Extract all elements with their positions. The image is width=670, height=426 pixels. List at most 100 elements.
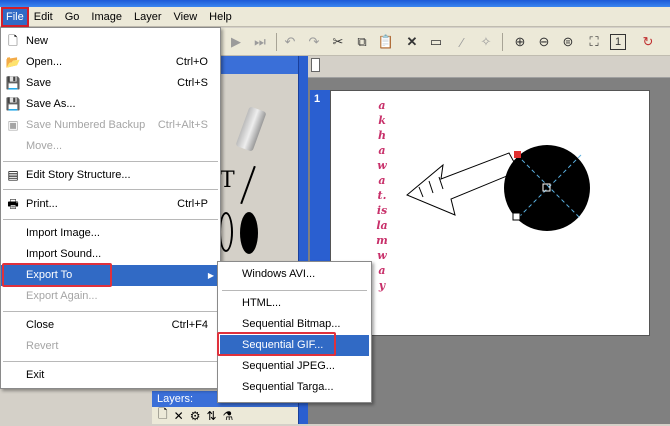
magic-wand-icon[interactable]: ✧ <box>476 32 496 52</box>
menu-item-label: Move... <box>26 140 63 152</box>
cut-icon[interactable]: ✂ <box>328 32 348 52</box>
refresh-icon[interactable]: ↻ <box>638 32 658 52</box>
paste-icon[interactable]: 📋 <box>376 32 396 52</box>
ellipse-filled-tool-icon[interactable] <box>240 212 258 254</box>
file-menu: 🗋 New 📂 Open... Ctrl+O 💾 Save Ctrl+S 💾 S… <box>0 27 221 389</box>
story-structure-icon: ▤ <box>7 168 19 182</box>
menu-item-open[interactable]: 📂 Open... Ctrl+O <box>1 52 220 73</box>
open-folder-icon: 📂 <box>5 55 21 69</box>
submenu-item-sequential-bitmap[interactable]: Sequential Bitmap... <box>218 314 371 335</box>
arrow-shape[interactable] <box>406 152 520 216</box>
wand-icon[interactable]: ⁄ <box>452 32 472 52</box>
ellipse-outline-tool-icon[interactable] <box>219 212 233 252</box>
menu-item-label: Open... <box>26 56 63 68</box>
menu-bar: File Edit Go Image Layer View Help <box>0 6 670 27</box>
toolbar: ▶ ⏭ ↶ ↷ ✂ ⧉ 📋 ✕ ▭ ⁄ ✧ ⊕ ⊖ ⊜ ⛶ 1 ↻ <box>220 28 670 56</box>
submenu-item-windows-avi[interactable]: Windows AVI... <box>218 264 371 285</box>
menu-separator <box>3 361 218 362</box>
menu-item-label: Exit <box>26 369 45 381</box>
menu-item-label: Revert <box>26 340 59 352</box>
menu-item-label: Import Sound... <box>26 248 102 260</box>
layers-toolbar: 🗋 ✕ ⚙ ⇅ ⚗ <box>152 407 298 424</box>
menu-item-label: Close <box>26 319 55 331</box>
menu-image[interactable]: Image <box>85 8 128 26</box>
menu-layer[interactable]: Layer <box>128 8 168 26</box>
menu-view[interactable]: View <box>168 8 204 26</box>
menu-separator <box>3 189 218 190</box>
backup-icon: ▣ <box>7 118 19 132</box>
menu-separator <box>3 219 218 220</box>
menu-item-label: Save <box>26 77 52 89</box>
menu-item-label: Export To <box>26 269 73 281</box>
menu-item-label: Edit Story Structure... <box>26 169 131 181</box>
menu-item-shortcut: Ctrl+Alt+S <box>157 119 208 131</box>
menu-item-exit[interactable]: Exit <box>1 365 220 386</box>
submenu-item-html[interactable]: HTML... <box>218 293 371 314</box>
selection-handle[interactable] <box>514 151 521 158</box>
menu-item-label: Save As... <box>26 98 76 110</box>
save-as-icon: 💾 <box>5 97 21 111</box>
zoom-out-icon[interactable]: ⊖ <box>534 32 554 52</box>
crop-icon[interactable]: ▭ <box>426 32 446 52</box>
menu-item-label: New <box>26 35 49 47</box>
menu-item-import-image[interactable]: Import Image... <box>1 223 220 244</box>
menu-separator <box>222 290 367 291</box>
timeline[interactable] <box>308 56 670 78</box>
menu-item-label: Export Again... <box>26 290 98 302</box>
vertical-text: akhawat.islamway <box>376 99 388 292</box>
export-submenu: Windows AVI... HTML... Sequential Bitmap… <box>217 261 372 403</box>
copy-icon[interactable]: ⧉ <box>352 32 372 52</box>
menu-item-new[interactable]: 🗋 New <box>1 31 220 52</box>
menu-item-shortcut: Ctrl+O <box>175 56 208 68</box>
menu-item-import-sound[interactable]: Import Sound... <box>1 244 220 265</box>
layer-move-icon[interactable]: ⇅ <box>206 409 216 423</box>
frame-number: 1 <box>314 93 321 105</box>
submenu-item-sequential-gif[interactable]: Sequential GIF... <box>220 335 369 356</box>
menu-item-save[interactable]: 💾 Save Ctrl+S <box>1 73 220 94</box>
printer-icon: 🖶 <box>7 197 19 211</box>
save-disk-icon: 💾 <box>5 76 21 90</box>
selection-handle[interactable] <box>512 212 521 221</box>
menu-item-shortcut: Ctrl+S <box>177 77 208 89</box>
new-layer-icon[interactable]: 🗋 <box>158 405 168 426</box>
menu-item-close[interactable]: Close Ctrl+F4 <box>1 315 220 336</box>
timeline-marker[interactable] <box>311 58 320 72</box>
menu-item-shortcut: Ctrl+P <box>177 198 208 210</box>
menu-item-export-to[interactable]: Export To ▶ <box>1 265 220 286</box>
last-frame-icon[interactable]: ⏭ <box>250 32 270 52</box>
redo-icon[interactable]: ↷ <box>304 32 324 52</box>
menu-item-revert[interactable]: Revert <box>1 336 220 357</box>
submenu-item-sequential-jpeg[interactable]: Sequential JPEG... <box>218 356 371 377</box>
menu-go[interactable]: Go <box>59 8 86 26</box>
actual-size-icon[interactable]: 1 <box>610 34 626 50</box>
menu-item-export-again[interactable]: Export Again... <box>1 286 220 307</box>
delete-layer-icon[interactable]: ✕ <box>174 409 184 423</box>
fit-window-icon[interactable]: ⛶ <box>584 32 604 52</box>
submenu-arrow-icon: ▶ <box>207 271 214 280</box>
play-icon[interactable]: ▶ <box>226 32 246 52</box>
menu-item-save-numbered-backup[interactable]: ▣ Save Numbered Backup Ctrl+Alt+S <box>1 115 220 136</box>
menu-item-label: Import Image... <box>26 227 100 239</box>
title-bar <box>0 0 670 7</box>
menu-separator <box>3 311 218 312</box>
submenu-item-sequential-targa[interactable]: Sequential Targa... <box>218 377 371 398</box>
menu-item-edit-story-structure[interactable]: ▤ Edit Story Structure... <box>1 165 220 186</box>
menu-item-shortcut: Ctrl+F4 <box>171 319 208 331</box>
undo-icon[interactable]: ↶ <box>280 32 300 52</box>
menu-separator <box>3 161 218 162</box>
new-doc-icon: 🗋 <box>8 34 18 48</box>
menu-item-print[interactable]: 🖶 Print... Ctrl+P <box>1 194 220 215</box>
menu-item-save-as[interactable]: 💾 Save As... <box>1 94 220 115</box>
layer-merge-icon[interactable]: ⚗ <box>223 409 234 423</box>
layer-options-icon[interactable]: ⚙ <box>190 409 201 423</box>
zoom-in-icon[interactable]: ⊕ <box>510 32 530 52</box>
delete-icon[interactable]: ✕ <box>402 32 422 52</box>
menu-help[interactable]: Help <box>203 8 238 26</box>
menu-edit[interactable]: Edit <box>28 8 59 26</box>
menu-item-label: Save Numbered Backup <box>26 119 146 131</box>
zoom-fit-icon[interactable]: ⊜ <box>558 32 578 52</box>
text-tool-icon[interactable]: T <box>220 168 235 193</box>
menu-file[interactable]: File <box>1 6 29 27</box>
menu-item-label: Print... <box>26 198 58 210</box>
menu-item-move[interactable]: Move... <box>1 136 220 157</box>
